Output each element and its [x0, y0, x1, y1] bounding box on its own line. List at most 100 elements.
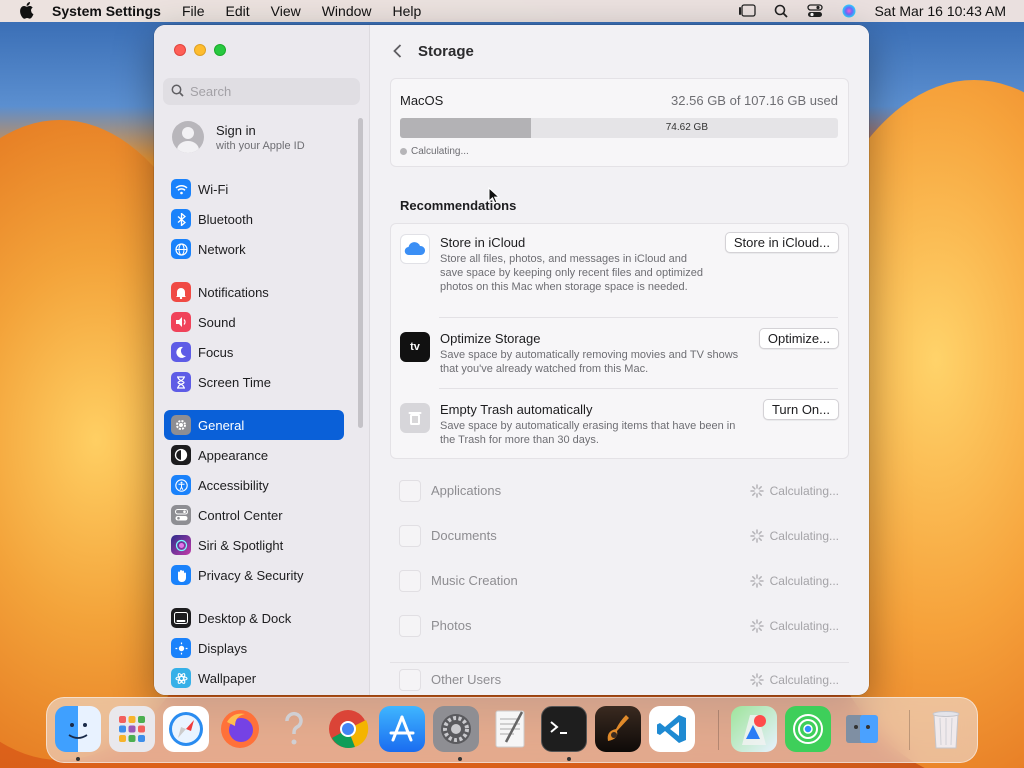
search-icon: [171, 84, 184, 100]
sidebar-scrollbar[interactable]: [358, 118, 363, 428]
sidebar-item-accessibility[interactable]: Accessibility: [164, 470, 344, 500]
migration-assistant-icon[interactable]: [839, 706, 885, 752]
close-button[interactable]: [174, 44, 186, 56]
sidebar-item-label: Sound: [198, 314, 236, 330]
hourglass-icon: [171, 372, 191, 392]
vscode-icon[interactable]: [649, 706, 695, 752]
category-photos[interactable]: Photos Calculating...: [390, 604, 849, 648]
toggles-icon: [171, 505, 191, 525]
app-store-icon[interactable]: [379, 706, 425, 752]
chrome-icon[interactable]: [325, 706, 371, 752]
sidebar-item-label: General: [198, 417, 245, 433]
menu-view[interactable]: View: [271, 3, 301, 19]
sidebar-item-label: Accessibility: [198, 477, 269, 493]
sidebar-item-siri-spotlight[interactable]: Siri & Spotlight: [164, 530, 344, 560]
storage-status-text: Calculating...: [411, 146, 469, 157]
sidebar-item-displays[interactable]: Displays: [164, 633, 344, 663]
menubar-clock[interactable]: Sat Mar 16 10:43 AM: [874, 3, 1006, 19]
sidebar-item-focus[interactable]: Focus: [164, 337, 344, 367]
search-field[interactable]: [163, 78, 360, 105]
storage-used-segment: [400, 118, 532, 138]
recommendation-icloud: Store in iCloud Store all files, photos,…: [391, 224, 848, 317]
icloud-icon: [400, 234, 430, 264]
hand-icon: [171, 565, 191, 585]
category-music-creation[interactable]: Music Creation Calculating...: [390, 559, 849, 603]
safari-icon[interactable]: [163, 706, 209, 752]
sidebar-item-notifications[interactable]: Notifications: [164, 277, 344, 307]
spinner-icon: [749, 529, 764, 543]
sidebar-item-label: Displays: [198, 640, 248, 656]
sidebar-item-bluetooth[interactable]: Bluetooth: [164, 204, 344, 234]
garageband-icon[interactable]: [595, 706, 641, 752]
category-other-users[interactable]: Other Users Calculating...: [390, 658, 849, 695]
sidebar-item-screen-time[interactable]: Screen Time: [164, 367, 344, 397]
menu-help[interactable]: Help: [393, 3, 422, 19]
dock-separator: [909, 710, 910, 750]
sidebar-item-privacy-security[interactable]: Privacy & Security: [164, 560, 344, 590]
recommendation-description: Store all files, photos, and messages in…: [440, 253, 703, 293]
category-name: Photos: [431, 618, 472, 633]
recommendation-title: Empty Trash automatically: [440, 402, 593, 417]
recommendation-description: Save space by automatically erasing item…: [440, 420, 736, 446]
category-status: Calculating...: [749, 484, 839, 498]
category-documents[interactable]: Documents Calculating...: [390, 514, 849, 558]
appearance-icon: [171, 445, 191, 465]
firefox-icon[interactable]: [217, 706, 263, 752]
system-settings-window: Sign in with your Apple ID Wi-Fi Bluetoo…: [154, 25, 869, 695]
sidebar-item-label: Notifications: [198, 284, 269, 300]
textedit-icon[interactable]: [487, 706, 533, 752]
sidebar-item-network[interactable]: Network: [164, 234, 344, 264]
menu-edit[interactable]: Edit: [226, 3, 250, 19]
sidebar-item-label: Bluetooth: [198, 211, 253, 227]
menu-window[interactable]: Window: [322, 3, 372, 19]
finder-icon[interactable]: [55, 706, 101, 752]
sidebar-item-wifi[interactable]: Wi-Fi: [164, 174, 344, 204]
category-icon: [399, 615, 421, 637]
help-icon[interactable]: [271, 706, 317, 752]
apple-menu-icon[interactable]: [18, 1, 38, 22]
recommendation-empty-trash: Empty Trash automatically Save space by …: [391, 389, 848, 459]
storage-summary-card: MacOS 32.56 GB of 107.16 GB used 74.62 G…: [390, 78, 849, 167]
category-icon: [399, 525, 421, 547]
page-title: Storage: [418, 42, 474, 60]
turn-on-button[interactable]: Turn On...: [762, 399, 839, 420]
find-my-icon[interactable]: [785, 706, 831, 752]
sidebar: Sign in with your Apple ID Wi-Fi Bluetoo…: [154, 25, 370, 695]
speaker-icon: [171, 312, 191, 332]
system-settings-icon[interactable]: [433, 706, 479, 752]
sidebar-item-wallpaper[interactable]: Wallpaper: [164, 663, 344, 693]
siri-icon[interactable]: [840, 4, 858, 18]
zoom-button[interactable]: [214, 44, 226, 56]
apple-id-signin[interactable]: Sign in with your Apple ID: [172, 121, 305, 153]
optimize-button[interactable]: Optimize...: [758, 328, 839, 349]
sidebar-item-control-center[interactable]: Control Center: [164, 500, 344, 530]
spotlight-search-icon[interactable]: [772, 4, 790, 18]
recommendation-title: Optimize Storage: [440, 331, 541, 346]
storage-status: Calculating...: [400, 146, 469, 157]
moon-icon: [171, 342, 191, 362]
category-icon: [399, 669, 421, 691]
search-input[interactable]: [190, 84, 350, 99]
back-chevron-icon[interactable]: [390, 44, 404, 58]
bluetooth-icon: [171, 209, 191, 229]
control-center-icon[interactable]: [806, 4, 824, 18]
trash-icon[interactable]: [923, 706, 969, 752]
running-indicator: [76, 757, 80, 761]
sidebar-item-general[interactable]: General: [164, 410, 344, 440]
minimize-button[interactable]: [194, 44, 206, 56]
sidebar-item-sound[interactable]: Sound: [164, 307, 344, 337]
pane-header: Storage: [370, 25, 869, 77]
maps-icon[interactable]: [731, 706, 777, 752]
store-in-icloud-button[interactable]: Store in iCloud...: [724, 232, 839, 253]
terminal-icon[interactable]: [541, 706, 587, 752]
sidebar-item-desktop-dock[interactable]: Desktop & Dock: [164, 603, 344, 633]
category-applications[interactable]: Applications Calculating...: [390, 469, 849, 513]
sidebar-item-appearance[interactable]: Appearance: [164, 440, 344, 470]
stage-manager-icon[interactable]: [738, 4, 757, 18]
spinner-icon: [749, 673, 764, 687]
recommendation-title: Store in iCloud: [440, 235, 526, 250]
menu-file[interactable]: File: [182, 3, 205, 19]
dock: [46, 697, 978, 763]
launchpad-icon[interactable]: [109, 706, 155, 752]
menu-app-name[interactable]: System Settings: [52, 3, 161, 19]
